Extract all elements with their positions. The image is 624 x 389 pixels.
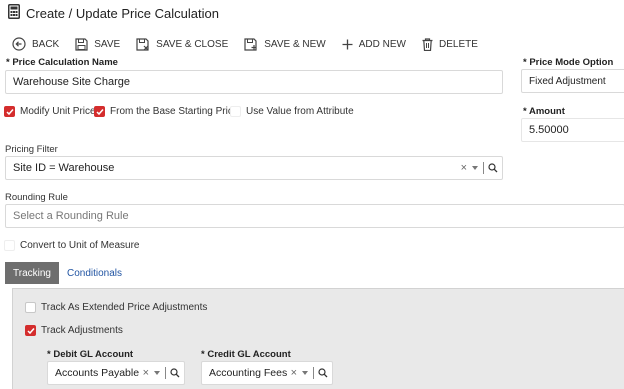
back-label: BACK xyxy=(32,38,60,50)
delete-button[interactable]: DELETE xyxy=(422,37,478,51)
price-mode-select[interactable]: Fixed Adjustment xyxy=(521,69,624,93)
credit-gl-label: * Credit GL Account xyxy=(201,349,291,360)
amount-label: * Amount xyxy=(523,106,565,117)
save-close-button[interactable]: SAVE & CLOSE xyxy=(136,37,229,51)
save-new-icon xyxy=(244,37,257,51)
save-close-label: SAVE & CLOSE xyxy=(156,38,229,50)
chevron-down-icon[interactable] xyxy=(302,371,308,375)
amount-value: 5.50000 xyxy=(529,124,569,136)
tab-conditionals[interactable]: Conditionals xyxy=(59,262,130,284)
save-new-label: SAVE & NEW xyxy=(264,38,326,50)
track-extended-label: Track As Extended Price Adjustments xyxy=(41,302,208,313)
check-icon xyxy=(26,327,35,334)
back-icon xyxy=(12,37,26,51)
search-icon[interactable] xyxy=(318,368,328,378)
divider xyxy=(483,162,484,174)
page-header: Create / Update Price Calculation xyxy=(8,3,219,23)
divider xyxy=(313,367,314,379)
clear-icon[interactable]: × xyxy=(291,367,297,379)
check-icon xyxy=(95,108,104,115)
modify-unit-price-label: Modify Unit Price xyxy=(20,106,96,117)
from-base-price-checkbox[interactable]: From the Base Starting Price xyxy=(94,106,238,117)
toolbar: BACK SAVE SAVE & CLOSE SAVE & NEW ADD NE… xyxy=(12,35,494,53)
checkbox-unchecked xyxy=(230,106,241,117)
back-button[interactable]: BACK xyxy=(12,37,59,51)
chevron-down-icon[interactable] xyxy=(472,166,478,170)
chevron-down-icon[interactable] xyxy=(154,371,160,375)
rounding-rule-select[interactable]: Select a Rounding Rule xyxy=(5,204,624,228)
add-new-button[interactable]: ADD NEW xyxy=(342,39,406,50)
name-input[interactable]: Warehouse Site Charge xyxy=(5,70,503,94)
save-label: SAVE xyxy=(94,38,121,50)
tab-bar: Tracking Conditionals xyxy=(5,262,130,284)
delete-label: DELETE xyxy=(438,38,478,50)
checkbox-checked xyxy=(25,325,36,336)
price-mode-value: Fixed Adjustment xyxy=(529,75,606,87)
rounding-rule-placeholder: Select a Rounding Rule xyxy=(13,210,129,222)
credit-gl-select[interactable]: Accounting Fees × xyxy=(201,361,333,385)
track-extended-checkbox[interactable]: Track As Extended Price Adjustments xyxy=(25,302,207,313)
debit-gl-value: Accounts Payable xyxy=(55,367,140,379)
price-mode-label: * Price Mode Option xyxy=(523,57,614,68)
use-value-attr-label: Use Value from Attribute xyxy=(246,106,354,117)
pricing-filter-value: Site ID = Warehouse xyxy=(13,162,115,174)
checkbox-unchecked xyxy=(25,302,36,313)
tab-tracking[interactable]: Tracking xyxy=(5,262,59,284)
from-base-price-label: From the Base Starting Price xyxy=(110,106,239,117)
calculator-icon xyxy=(8,4,20,22)
name-label: * Price Calculation Name xyxy=(6,57,118,68)
tracking-panel: Track As Extended Price Adjustments Trac… xyxy=(12,288,624,389)
name-value: Warehouse Site Charge xyxy=(13,76,130,88)
plus-icon xyxy=(342,39,353,49)
clear-icon[interactable]: × xyxy=(143,367,149,379)
credit-gl-value: Accounting Fees xyxy=(209,367,288,379)
convert-uom-checkbox[interactable]: Convert to Unit of Measure xyxy=(4,240,140,251)
pricing-filter-label: Pricing Filter xyxy=(5,144,58,155)
divider xyxy=(165,367,166,379)
modify-unit-price-checkbox[interactable]: Modify Unit Price xyxy=(4,106,96,117)
use-value-attr-checkbox[interactable]: Use Value from Attribute xyxy=(230,106,354,117)
debit-gl-label: * Debit GL Account xyxy=(47,349,134,360)
search-icon[interactable] xyxy=(488,163,498,173)
search-icon[interactable] xyxy=(170,368,180,378)
save-icon xyxy=(75,37,88,51)
amount-input[interactable]: 5.50000 xyxy=(521,118,624,142)
track-adjustments-checkbox[interactable]: Track Adjustments xyxy=(25,325,123,336)
track-adjustments-label: Track Adjustments xyxy=(41,325,123,336)
trash-icon xyxy=(422,37,433,51)
debit-gl-select[interactable]: Accounts Payable × xyxy=(47,361,185,385)
page-title: Create / Update Price Calculation xyxy=(26,5,219,21)
check-icon xyxy=(5,108,14,115)
checkbox-checked xyxy=(4,106,15,117)
save-button[interactable]: SAVE xyxy=(75,37,121,51)
convert-uom-label: Convert to Unit of Measure xyxy=(20,240,140,251)
checkbox-checked xyxy=(94,106,105,117)
clear-icon[interactable]: × xyxy=(461,162,467,174)
rounding-rule-label: Rounding Rule xyxy=(5,192,68,203)
save-new-button[interactable]: SAVE & NEW xyxy=(244,37,326,51)
save-close-icon xyxy=(136,37,149,51)
pricing-filter-select[interactable]: Site ID = Warehouse × xyxy=(5,156,503,180)
add-new-label: ADD NEW xyxy=(358,38,406,50)
checkbox-unchecked xyxy=(4,240,15,251)
